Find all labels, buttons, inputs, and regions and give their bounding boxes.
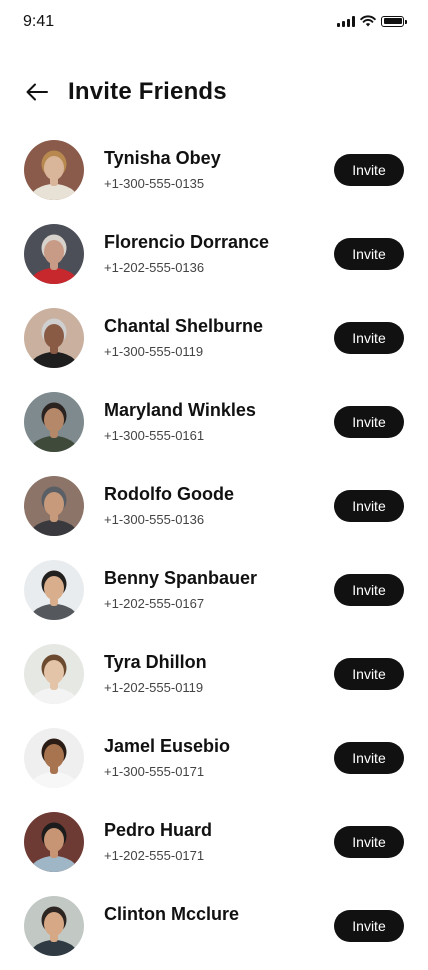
contact-phone: +1-300-555-0136 xyxy=(104,512,205,527)
contact-name: Jamel Eusebio xyxy=(104,736,231,756)
contact-phone: +1-300-555-0161 xyxy=(104,428,205,443)
contact-phone: +1-300-555-0171 xyxy=(104,764,205,779)
contact-phone: +1-202-555-0136 xyxy=(104,260,205,275)
contact-name: Rodolfo Goode xyxy=(104,484,234,504)
status-time: 9:41 xyxy=(23,13,55,30)
contact-phone: +1-202-555-0167 xyxy=(104,596,205,611)
wifi-icon xyxy=(360,15,376,27)
avatar-photo xyxy=(24,812,84,872)
invite-button[interactable]: Invite xyxy=(334,826,404,858)
avatar-photo xyxy=(24,896,84,956)
avatar xyxy=(24,560,84,620)
contact-phone: +1-202-555-0171 xyxy=(104,848,205,863)
avatar xyxy=(24,392,84,452)
contact-row: Rodolfo Goode +1-300-555-0136 Invite xyxy=(0,466,428,550)
contact-phone: +1-300-555-0119 xyxy=(104,344,204,359)
invite-button[interactable]: Invite xyxy=(334,574,404,606)
avatar-photo xyxy=(24,308,84,368)
invite-button[interactable]: Invite xyxy=(334,490,404,522)
invite-button[interactable]: Invite xyxy=(334,238,404,270)
contact-row: Jamel Eusebio +1-300-555-0171 Invite xyxy=(0,718,428,802)
contact-row: Pedro Huard +1-202-555-0171 Invite xyxy=(0,802,428,886)
contact-name: Maryland Winkles xyxy=(104,400,256,420)
page-title: Invite Friends xyxy=(68,78,227,105)
avatar-photo xyxy=(24,392,84,452)
invite-button[interactable]: Invite xyxy=(334,154,404,186)
invite-button[interactable]: Invite xyxy=(334,910,404,942)
contact-phone: +1-202-555-0119 xyxy=(104,680,204,695)
avatar xyxy=(24,644,84,704)
contact-row: Clinton Mcclure Invite xyxy=(0,886,428,970)
back-button[interactable] xyxy=(22,78,52,106)
invite-button[interactable]: Invite xyxy=(334,406,404,438)
contact-name: Chantal Shelburne xyxy=(104,316,264,336)
battery-icon xyxy=(381,15,407,27)
invite-button[interactable]: Invite xyxy=(334,322,404,354)
contact-row: Benny Spanbauer +1-202-555-0167 Invite xyxy=(0,550,428,634)
arrow-left-icon xyxy=(26,83,48,101)
header: Invite Friends xyxy=(0,70,428,114)
contact-name: Florencio Dorrance xyxy=(104,232,270,252)
avatar-photo xyxy=(24,560,84,620)
avatar xyxy=(24,896,84,956)
avatar-photo xyxy=(24,140,84,200)
contact-list: Tynisha Obey +1-300-555-0135 Invite Flor… xyxy=(0,130,428,970)
avatar-photo xyxy=(24,644,84,704)
avatar-photo xyxy=(24,476,84,536)
invite-button[interactable]: Invite xyxy=(334,742,404,774)
contact-row: Maryland Winkles +1-300-555-0161 Invite xyxy=(0,382,428,466)
avatar-photo xyxy=(24,728,84,788)
avatar xyxy=(24,140,84,200)
avatar xyxy=(24,728,84,788)
invite-button[interactable]: Invite xyxy=(334,658,404,690)
avatar xyxy=(24,812,84,872)
avatar xyxy=(24,224,84,284)
status-bar: 9:41 xyxy=(0,0,428,44)
contact-row: Chantal Shelburne +1-300-555-0119 Invite xyxy=(0,298,428,382)
cellular-signal-icon xyxy=(337,15,355,27)
contact-name: Clinton Mcclure xyxy=(104,904,240,924)
avatar xyxy=(24,308,84,368)
avatar-photo xyxy=(24,224,84,284)
contact-row: Florencio Dorrance +1-202-555-0136 Invit… xyxy=(0,214,428,298)
contact-name: Tynisha Obey xyxy=(104,148,221,168)
contact-name: Benny Spanbauer xyxy=(104,568,258,588)
contact-row: Tyra Dhillon +1-202-555-0119 Invite xyxy=(0,634,428,718)
avatar xyxy=(24,476,84,536)
contact-row: Tynisha Obey +1-300-555-0135 Invite xyxy=(0,130,428,214)
contact-name: Pedro Huard xyxy=(104,820,213,840)
contact-phone: +1-300-555-0135 xyxy=(104,176,205,191)
contact-name: Tyra Dhillon xyxy=(104,652,207,672)
status-icons xyxy=(337,15,407,27)
